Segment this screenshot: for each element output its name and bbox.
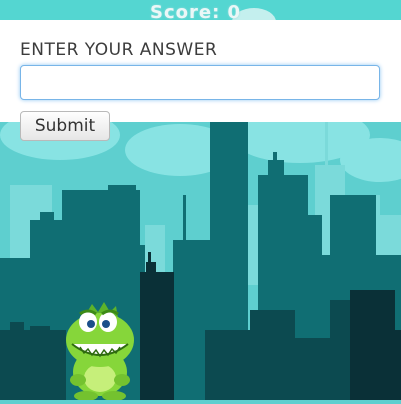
answer-input[interactable] xyxy=(20,65,380,100)
submit-button[interactable]: Submit xyxy=(20,111,110,141)
answer-prompt: ENTER YOUR ANSWER xyxy=(20,40,218,60)
score-label: Score: 0 xyxy=(150,2,242,23)
answer-panel: ENTER YOUR ANSWER Submit xyxy=(0,20,401,141)
